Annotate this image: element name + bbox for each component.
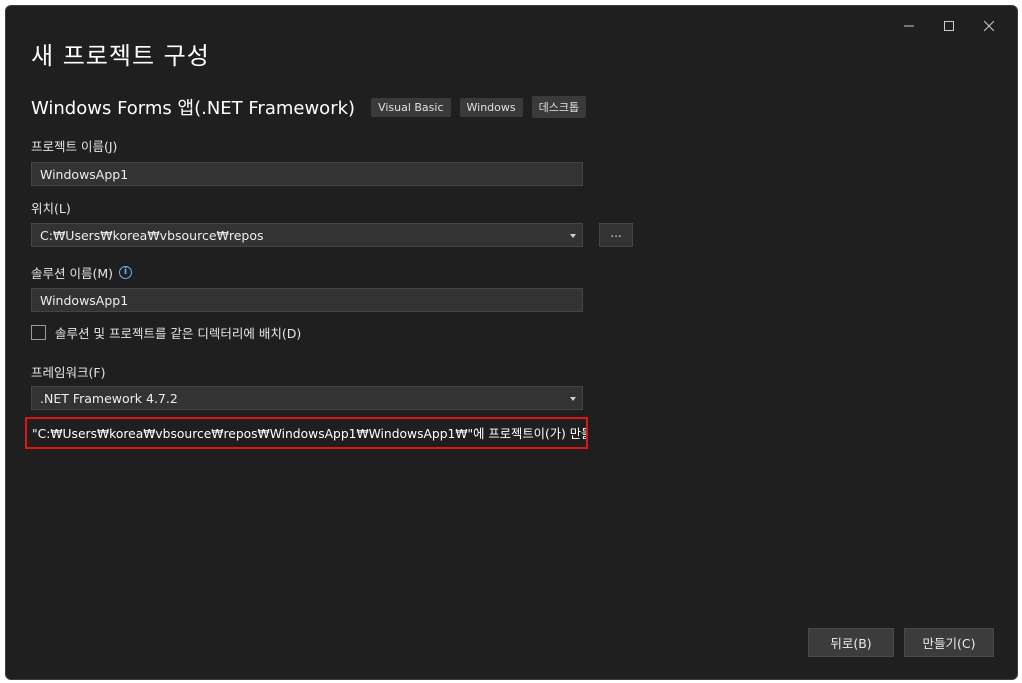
dialog-window: 새 프로젝트 구성 Windows Forms 앱(.NET Framework… bbox=[5, 5, 1018, 680]
template-header: Windows Forms 앱(.NET Framework) Visual B… bbox=[31, 94, 595, 120]
framework-select[interactable]: .NET Framework 4.7.2 bbox=[31, 386, 583, 410]
solution-name-label-row: 솔루션 이름(M) i bbox=[31, 263, 133, 282]
close-button[interactable] bbox=[969, 12, 1009, 40]
solution-name-label: 솔루션 이름(M) bbox=[31, 266, 114, 281]
close-icon bbox=[984, 21, 994, 31]
create-button[interactable]: 만들기(C) bbox=[904, 628, 994, 657]
maximize-button[interactable] bbox=[929, 12, 969, 40]
location-label: 위치(L) bbox=[31, 201, 71, 216]
minimize-icon bbox=[904, 25, 914, 27]
back-button[interactable]: 뒤로(B) bbox=[808, 628, 894, 657]
same-directory-option[interactable]: 솔루션 및 프로젝트를 같은 디렉터리에 배치(D) bbox=[31, 323, 301, 342]
window-controls bbox=[889, 12, 1009, 40]
minimize-button[interactable] bbox=[889, 12, 929, 40]
tag-platform: Windows bbox=[459, 97, 523, 117]
solution-name-input[interactable]: WindowsApp1 bbox=[31, 288, 583, 312]
project-name-input[interactable]: WindowsApp1 bbox=[31, 162, 583, 186]
info-icon[interactable]: i bbox=[119, 266, 133, 279]
project-path-note: "C:₩Users₩korea₩vbsource₩repos₩WindowsAp… bbox=[25, 417, 588, 449]
tag-language: Visual Basic bbox=[371, 97, 451, 117]
framework-label: 프레임워크(F) bbox=[31, 365, 106, 380]
dialog-title: 새 프로젝트 구성 bbox=[31, 42, 210, 70]
maximize-icon bbox=[944, 21, 954, 31]
framework-value: .NET Framework 4.7.2 bbox=[40, 390, 178, 406]
browse-button[interactable]: ... bbox=[599, 223, 633, 247]
chevron-down-icon[interactable] bbox=[570, 397, 576, 401]
same-directory-checkbox[interactable] bbox=[31, 325, 46, 340]
template-name: Windows Forms 앱(.NET Framework) bbox=[31, 98, 356, 119]
tag-project-type: 데스크톱 bbox=[531, 96, 587, 118]
same-directory-label[interactable]: 솔루션 및 프로젝트를 같은 디렉터리에 배치(D) bbox=[55, 323, 301, 342]
project-name-label: 프로젝트 이름(J) bbox=[31, 139, 118, 154]
location-combobox[interactable]: C:₩Users₩korea₩vbsource₩repos bbox=[31, 223, 583, 247]
chevron-down-icon[interactable] bbox=[570, 234, 576, 238]
location-value: C:₩Users₩korea₩vbsource₩repos bbox=[40, 227, 264, 243]
